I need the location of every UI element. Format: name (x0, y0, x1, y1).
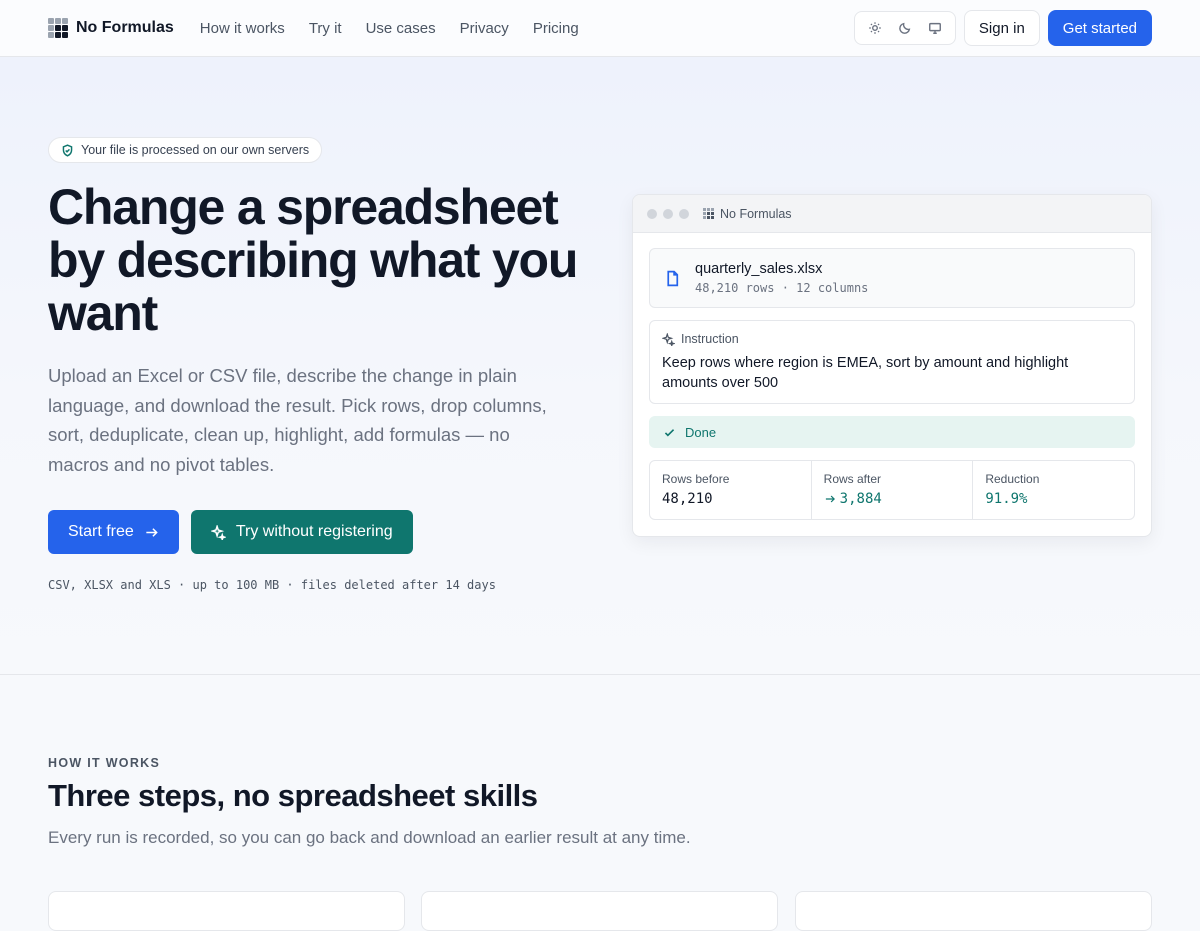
stat-label: Rows before (662, 472, 730, 486)
top-nav: No Formulas How it works Try it Use case… (0, 0, 1200, 57)
hero-section: Your file is processed on our own server… (0, 57, 1200, 675)
nav-actions: Sign in Get started (853, 10, 1152, 46)
stat-value: 3,884 (839, 491, 882, 507)
uploaded-file-card: quarterly_sales.xlsx 48,210 rows · 12 co… (649, 248, 1135, 308)
brand-name: No Formulas (76, 19, 174, 36)
brand-logo[interactable]: No Formulas (48, 18, 174, 38)
file-name: quarterly_sales.xlsx (695, 261, 823, 277)
sparkle-icon (210, 524, 226, 540)
stat-value: 48,210 (662, 491, 713, 507)
shield-check-icon (62, 143, 73, 157)
stat-rows-before: Rows before 48,210 (650, 461, 812, 519)
stats-row: Rows before 48,210 Rows after 3,884 Redu… (649, 460, 1135, 520)
stat-reduction: Reduction 91.9% (973, 461, 1134, 519)
privacy-badge-text: Your file is processed on our own server… (81, 143, 310, 157)
section-kicker: HOW IT WORKS (48, 756, 161, 770)
stat-label: Reduction (985, 472, 1040, 486)
nav-link-use-cases[interactable]: Use cases (366, 20, 436, 37)
preview-title-bar: No Formulas (633, 195, 1151, 233)
window-dot (663, 208, 673, 219)
grid-logo-icon (48, 18, 68, 38)
file-meta: 48,210 rows · 12 columns (695, 281, 869, 295)
step-card (795, 891, 1152, 931)
privacy-badge: Your file is processed on our own server… (48, 137, 323, 163)
arrow-right-icon (146, 527, 158, 537)
nav-link-privacy[interactable]: Privacy (460, 20, 509, 37)
get-started-button[interactable]: Get started (1047, 10, 1152, 46)
check-icon (664, 428, 675, 436)
status-done-banner: Done (649, 416, 1135, 448)
stat-value-wrap: 3,884 (824, 491, 961, 507)
stat-rows-after: Rows after 3,884 (812, 461, 974, 519)
section-title: Three steps, no spreadsheet skills (48, 778, 538, 813)
monitor-icon (928, 22, 941, 34)
system-theme-button[interactable] (923, 16, 947, 40)
main-nav: How it works Try it Use cases Privacy Pr… (200, 20, 579, 37)
hero-subtitle: Upload an Excel or CSV file, describe th… (48, 365, 547, 475)
sparkle-icon (662, 332, 675, 346)
start-free-label: Start free (68, 523, 134, 540)
stat-label: Rows after (823, 472, 882, 486)
nav-link-try-it[interactable]: Try it (309, 20, 342, 37)
upload-limits-note: CSV, XLSX and XLS · up to 100 MB · files… (48, 578, 496, 592)
try-without-registering-label: Try without registering (235, 523, 393, 540)
dark-theme-button[interactable] (893, 16, 917, 40)
section-subtitle: Every run is recorded, so you can go bac… (48, 828, 691, 847)
nav-link-pricing[interactable]: Pricing (533, 20, 579, 37)
cta-row: Start free Try without registering (48, 510, 413, 554)
instruction-card: Instruction Keep rows where region is EM… (649, 320, 1135, 404)
theme-toggle (853, 11, 956, 45)
window-dot (679, 208, 689, 219)
step-card (48, 891, 405, 931)
status-text: Done (685, 424, 717, 440)
try-without-registering-button[interactable]: Try without registering (190, 510, 413, 554)
sun-icon (869, 22, 881, 34)
instruction-header: Instruction (662, 332, 1122, 346)
moon-icon (899, 22, 911, 34)
start-free-button[interactable]: Start free (48, 510, 179, 554)
stat-value: 91.9% (985, 491, 1028, 507)
window-dot (647, 208, 657, 219)
step-card (421, 891, 778, 931)
file-icon (667, 270, 679, 286)
hero-title: Change a spreadsheet by describing what … (48, 179, 578, 341)
sign-in-button[interactable]: Sign in (963, 10, 1040, 46)
preview-brand: No Formulas (703, 207, 792, 221)
preview-window-title: No Formulas (720, 206, 792, 221)
instruction-label: Instruction (681, 332, 739, 346)
instruction-text: Keep rows where region is EMEA, sort by … (662, 355, 1069, 391)
app-preview-window: No Formulas quarterly_sales.xlsx 48,210 … (632, 194, 1152, 537)
nav-link-how-it-works[interactable]: How it works (200, 20, 285, 37)
grid-logo-icon (703, 207, 715, 220)
light-theme-button[interactable] (863, 16, 887, 40)
arrow-right-icon (825, 495, 835, 503)
